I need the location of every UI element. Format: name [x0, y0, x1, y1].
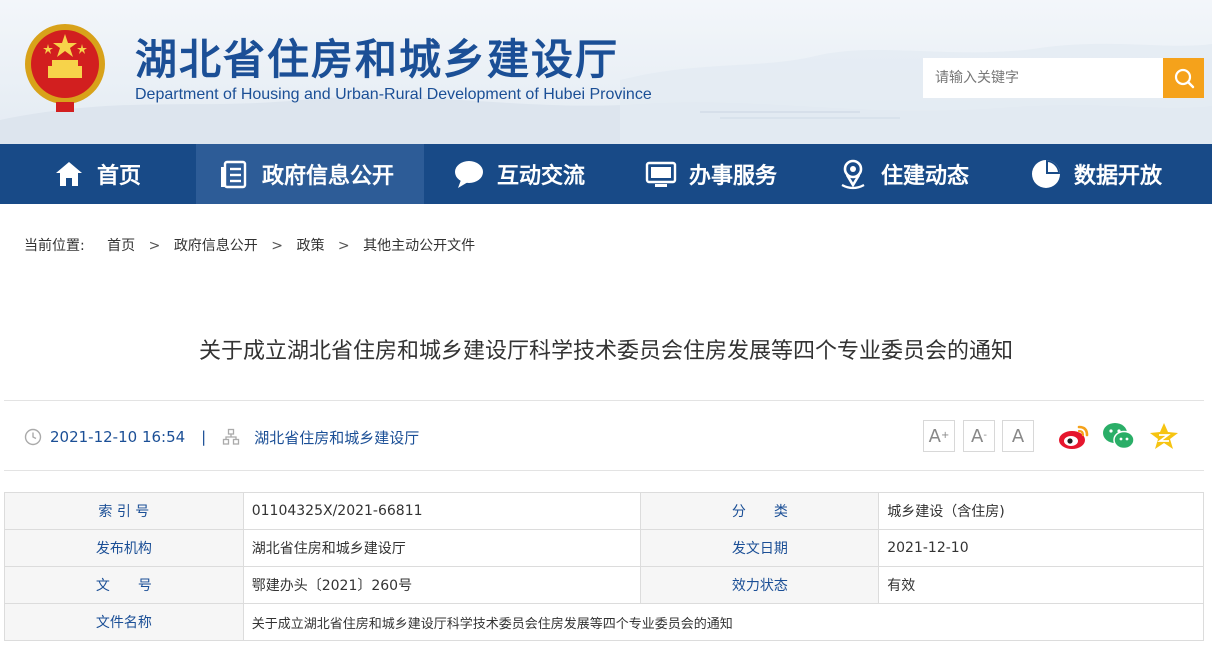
site-header: 湖北省住房和城乡建设厅 Department of Housing and Ur…	[0, 0, 1212, 144]
document-info-table: 索 引 号 01104325X/2021-66811 分 类 城乡建设（含住房)…	[4, 492, 1205, 641]
nav-label: 政府信息公开	[262, 164, 395, 189]
nav-item-home[interactable]: 首页	[0, 144, 196, 204]
clock-icon	[24, 428, 42, 446]
publisher-label: 发布机构	[4, 529, 244, 567]
breadcrumb-separator: >	[337, 238, 350, 254]
nav-item-news[interactable]: 住建动态	[817, 144, 1007, 204]
doc-name-label: 文件名称	[4, 603, 244, 641]
publish-source: 湖北省住房和城乡建设厅	[254, 428, 420, 447]
breadcrumb-separator: >	[271, 238, 283, 254]
home-icon	[53, 158, 85, 190]
table-row: 索 引 号 01104325X/2021-66811 分 类 城乡建设（含住房)	[4, 492, 1204, 530]
breadcrumb-prefix: 当前位置:	[24, 238, 85, 254]
pie-chart-icon	[1030, 158, 1062, 190]
index-number-value: 01104325X/2021-66811	[242, 492, 642, 530]
search-button[interactable]	[1163, 58, 1204, 98]
font-increase-button[interactable]: A +	[923, 420, 955, 452]
publisher-value: 湖北省住房和城乡建设厅	[242, 529, 642, 567]
doc-number-value: 鄂建办头〔2021〕260号	[242, 566, 642, 604]
share-qzone-button[interactable]	[1147, 420, 1181, 452]
search-icon	[1174, 68, 1194, 89]
document-list-icon	[218, 158, 250, 190]
issue-date-value: 2021-12-10	[878, 529, 1204, 567]
nav-label: 数据开放	[1074, 164, 1163, 189]
validity-label: 效力状态	[640, 566, 880, 604]
location-pin-icon	[837, 158, 869, 190]
nav-item-open-data[interactable]: 数据开放	[1007, 144, 1212, 204]
nav-label: 住建动态	[881, 164, 970, 189]
meta-divider: |	[201, 428, 207, 446]
nav-label: 互动交流	[497, 164, 586, 189]
font-reset-button[interactable]: A	[1002, 420, 1034, 452]
font-decrease-label: A	[971, 425, 984, 447]
site-title: 湖北省住房和城乡建设厅	[135, 35, 620, 84]
divider	[4, 400, 1204, 401]
category-value: 城乡建设（含住房)	[878, 492, 1204, 530]
chat-bubble-icon	[453, 158, 485, 190]
qzone-icon	[1150, 423, 1178, 449]
breadcrumb-link-policy[interactable]: 政策	[296, 235, 324, 255]
main-nav: 首页 政府信息公开 互动交流 办事服务 住建动态 数据开放	[0, 144, 1212, 204]
search-input[interactable]	[923, 58, 1163, 98]
breadcrumb-link-other-docs[interactable]: 其他主动公开文件	[363, 235, 475, 255]
table-row: 文 号 鄂建办头〔2021〕260号 效力状态 有效	[4, 566, 1204, 604]
category-label: 分 类	[640, 492, 880, 530]
nav-item-services[interactable]: 办事服务	[624, 144, 817, 204]
issue-date-label: 发文日期	[640, 529, 880, 567]
validity-value: 有效	[878, 566, 1204, 604]
breadcrumb-separator: >	[148, 238, 161, 254]
share-wechat-button[interactable]	[1102, 420, 1136, 452]
breadcrumb-link-gov-info[interactable]: 政府信息公开	[174, 235, 258, 255]
publish-datetime: 2021-12-10 16:54	[50, 428, 186, 446]
divider	[4, 470, 1204, 471]
organization-icon	[222, 428, 240, 446]
share-weibo-button[interactable]	[1057, 420, 1091, 452]
doc-name-value: 关于成立湖北省住房和城乡建设厅科学技术委员会住房发展等四个专业委员会的通知	[242, 603, 1205, 641]
index-number-label: 索 引 号	[4, 492, 244, 530]
font-increase-label: A	[928, 425, 941, 447]
nav-item-gov-info[interactable]: 政府信息公开	[196, 144, 424, 204]
table-row: 文件名称 关于成立湖北省住房和城乡建设厅科学技术委员会住房发展等四个专业委员会的…	[4, 603, 1205, 641]
nav-label: 首页	[97, 164, 142, 189]
weibo-icon	[1059, 425, 1089, 449]
wechat-icon	[1103, 423, 1135, 450]
font-decrease-button[interactable]: A-	[963, 420, 995, 452]
nav-label: 办事服务	[689, 164, 778, 189]
article-meta: 2021-12-10 16:54 | 湖北省住房和城乡建设厅	[24, 426, 419, 448]
national-emblem-icon	[25, 24, 105, 112]
font-reset-label: A	[1011, 425, 1025, 447]
doc-number-label: 文 号	[4, 566, 244, 604]
breadcrumb: 当前位置: 首页 > 政府信息公开 > 政策 > 其他主动公开文件	[24, 235, 475, 255]
nav-item-interaction[interactable]: 互动交流	[424, 144, 624, 204]
monitor-icon	[645, 158, 677, 190]
article-title: 关于成立湖北省住房和城乡建设厅科学技术委员会住房发展等四个专业委员会的通知	[198, 339, 1013, 364]
breadcrumb-link-home[interactable]: 首页	[107, 235, 135, 255]
site-subtitle: Department of Housing and Urban-Rural De…	[135, 86, 652, 103]
table-row: 发布机构 湖北省住房和城乡建设厅 发文日期 2021-12-10	[4, 529, 1204, 567]
